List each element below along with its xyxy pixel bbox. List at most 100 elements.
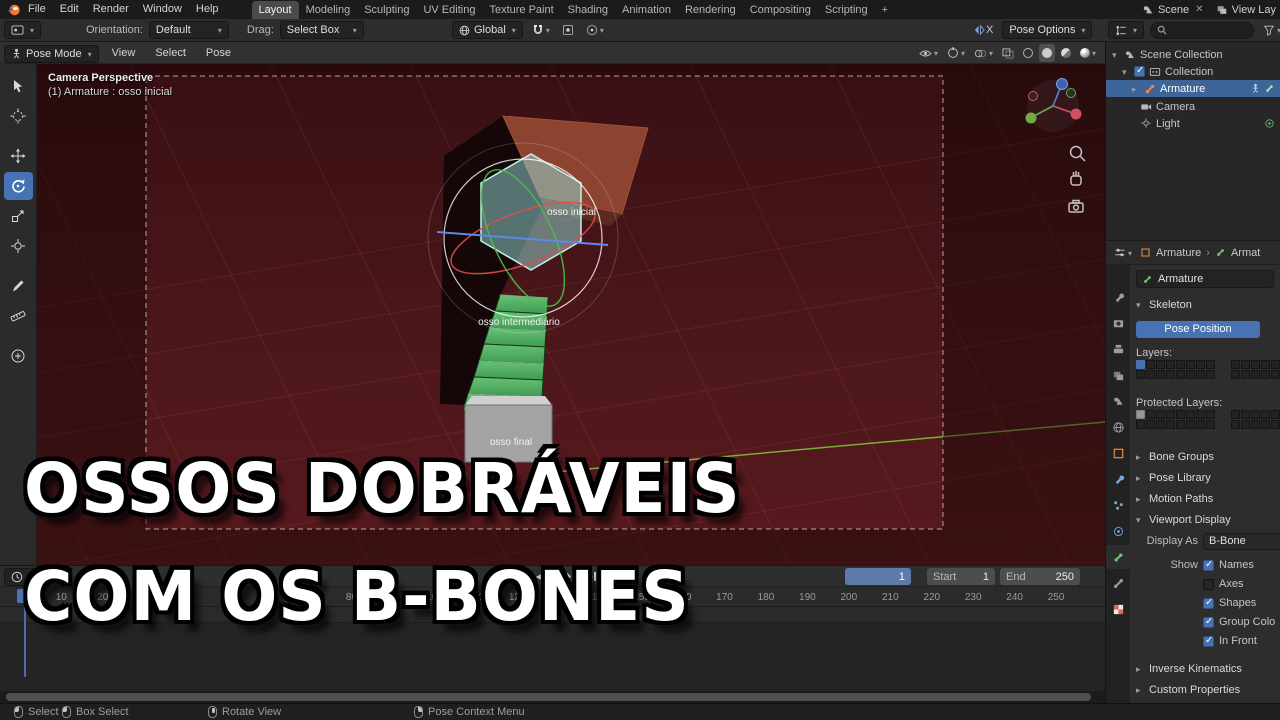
tool-scale[interactable] [4, 202, 33, 230]
bone-layer-cell[interactable] [1186, 419, 1195, 429]
inverse-kinematics-section-header[interactable]: Inverse Kinematics [1136, 661, 1277, 677]
bone-groups-section-header[interactable]: Bone Groups [1136, 449, 1277, 465]
tab-modifiers[interactable] [1106, 467, 1130, 491]
shading-solid-button[interactable] [1038, 44, 1055, 62]
orientation-dropdown[interactable]: Default [148, 21, 229, 39]
bone-layer-cell[interactable] [1136, 409, 1145, 419]
armature-id-field[interactable]: Armature [1136, 270, 1274, 288]
close-icon[interactable]: ✕ [1193, 4, 1205, 15]
editor-type-button-outliner[interactable] [1108, 21, 1145, 39]
axes-checkbox[interactable] [1203, 578, 1214, 590]
current-frame-field[interactable]: 1 [845, 568, 911, 585]
bone-layer-cell[interactable] [1166, 359, 1175, 369]
menu-edit[interactable]: Edit [53, 0, 86, 19]
tab-shading[interactable]: Shading [561, 1, 615, 19]
shading-material-button[interactable] [1058, 44, 1074, 62]
bone-layer-cell[interactable] [1146, 369, 1155, 379]
bone-layer-cell[interactable] [1166, 419, 1175, 429]
tool-add[interactable] [4, 342, 33, 370]
add-workspace-button[interactable]: + [875, 1, 895, 19]
display-as-dropdown[interactable]: B-Bone [1203, 532, 1280, 550]
tab-tool[interactable] [1106, 285, 1130, 309]
motion-paths-section-header[interactable]: Motion Paths [1136, 491, 1277, 507]
bone-layer-cell[interactable] [1196, 369, 1205, 379]
skeleton-section-header[interactable]: Skeleton [1136, 297, 1277, 313]
tab-rendering[interactable]: Rendering [678, 1, 743, 19]
bone-layer-cell[interactable] [1206, 369, 1215, 379]
menu-render[interactable]: Render [86, 0, 136, 19]
bone-layer-cell[interactable] [1166, 369, 1175, 379]
disclosure-triangle-icon[interactable] [1122, 66, 1130, 78]
tab-particles[interactable] [1106, 493, 1130, 517]
bone-layer-cell[interactable] [1196, 359, 1205, 369]
bone-layer-cell[interactable] [1206, 359, 1215, 369]
tab-view-layer[interactable] [1106, 363, 1130, 387]
tab-render[interactable] [1106, 311, 1130, 335]
outliner-row-camera[interactable]: Camera [1106, 98, 1280, 115]
drag-dropdown[interactable]: Select Box [279, 21, 364, 39]
bone-layer-cell[interactable] [1251, 419, 1260, 429]
names-checkbox[interactable] [1203, 559, 1214, 571]
menu-select[interactable]: Select [148, 44, 193, 63]
bone-layer-cell[interactable] [1251, 409, 1260, 419]
collection-checkbox[interactable] [1134, 65, 1145, 77]
bone-layer-cell[interactable] [1176, 419, 1185, 429]
bone-layer-cell[interactable] [1166, 409, 1175, 419]
bone-layer-cell[interactable] [1206, 419, 1215, 429]
tab-animation[interactable]: Animation [615, 1, 678, 19]
tab-sculpting[interactable]: Sculpting [357, 1, 416, 19]
tab-uv-editing[interactable]: UV Editing [416, 1, 482, 19]
outliner-row-scene-collection[interactable]: Scene Collection [1106, 46, 1280, 63]
bone-layer-cell[interactable] [1136, 419, 1145, 429]
tab-physics[interactable] [1106, 519, 1130, 543]
in-front-checkbox[interactable] [1203, 635, 1214, 647]
view-layer-selector[interactable]: View Lay [1216, 4, 1276, 16]
snap-toggle[interactable] [529, 21, 553, 39]
bone-layer-cell[interactable] [1156, 409, 1165, 419]
editor-type-button-properties[interactable] [1111, 244, 1135, 262]
tab-modeling[interactable]: Modeling [299, 1, 358, 19]
pose-options-dropdown[interactable]: Pose Options [1002, 21, 1093, 39]
tool-annotate[interactable] [4, 272, 33, 300]
outliner-row-armature[interactable]: Armature [1106, 80, 1280, 97]
bone-layer-cell[interactable] [1156, 419, 1165, 429]
bone-layer-cell[interactable] [1176, 409, 1185, 419]
proportional-editing-button[interactable] [583, 21, 607, 39]
shading-rendered-button[interactable] [1077, 44, 1099, 62]
timeline-scrollbar[interactable] [0, 691, 1105, 703]
tool-move[interactable] [4, 142, 33, 170]
disclosure-triangle-icon[interactable] [1112, 49, 1120, 61]
bone-layer-cell[interactable] [1196, 419, 1205, 429]
scene-selector[interactable]: Scene ✕ [1142, 4, 1206, 16]
pose-position-button[interactable]: Pose Position [1136, 320, 1260, 338]
xray-toggle[interactable] [999, 44, 1017, 62]
tab-scripting[interactable]: Scripting [818, 1, 875, 19]
frame-start-field[interactable]: Start 1 [927, 568, 995, 585]
bone-layer-cell[interactable] [1271, 409, 1280, 419]
bone-layer-cell[interactable] [1176, 369, 1185, 379]
outliner-row-light[interactable]: Light [1106, 115, 1280, 132]
tool-rotate[interactable] [3, 172, 33, 200]
custom-properties-section-header[interactable]: Custom Properties [1136, 682, 1277, 698]
tool-measure[interactable] [4, 302, 33, 330]
bone-layer-cell[interactable] [1251, 359, 1260, 369]
bone-layer-cell[interactable] [1176, 359, 1185, 369]
group-colors-checkbox[interactable] [1203, 616, 1214, 628]
bone-layer-cell[interactable] [1186, 359, 1195, 369]
shading-wireframe-button[interactable] [1020, 44, 1036, 62]
tab-object-data[interactable] [1106, 545, 1130, 569]
bone-layer-cell[interactable] [1156, 369, 1165, 379]
outliner-row-collection[interactable]: Collection [1106, 63, 1280, 80]
tab-scene[interactable] [1106, 389, 1130, 413]
mirror-x-toggle[interactable]: X [970, 21, 996, 39]
bone-layer-cell[interactable] [1186, 369, 1195, 379]
pose-library-section-header[interactable]: Pose Library [1136, 470, 1277, 486]
mode-dropdown[interactable]: Pose Mode [4, 44, 99, 63]
object-visibility-dropdown[interactable] [916, 44, 941, 62]
bone-layer-cell[interactable] [1271, 359, 1280, 369]
bone-layer-cell[interactable] [1261, 409, 1270, 419]
overlays-dropdown[interactable] [971, 44, 996, 62]
tool-select-box[interactable] [4, 72, 33, 100]
outliner-search-input[interactable] [1150, 21, 1255, 39]
bone-layer-cell[interactable] [1196, 409, 1205, 419]
